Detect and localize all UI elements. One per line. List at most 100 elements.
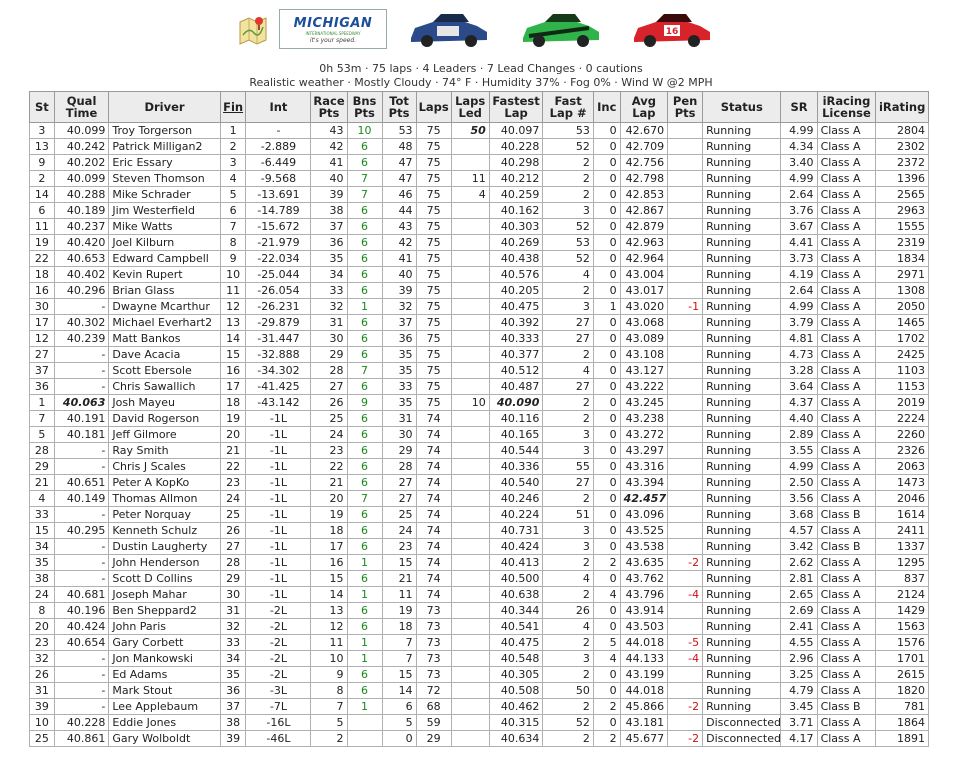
- cell-race-pts: 29: [310, 346, 348, 363]
- table-row: 39- Lee Applebaum 37 -7L 7 1 6 68 40.462 2 2 45.866…: [29, 698, 929, 715]
- cell-laps: 74: [415, 554, 452, 571]
- cell-race-pts: 10: [310, 650, 348, 667]
- cell-laps: 75: [415, 234, 452, 251]
- cell-qual-time: -: [53, 346, 110, 363]
- cell-fin: 39: [219, 730, 247, 747]
- cell-inc: 0: [592, 522, 621, 539]
- cell-laps-led: [450, 298, 490, 315]
- cell-bns-pts: 6: [346, 378, 383, 395]
- track-map-icon[interactable]: [237, 13, 269, 47]
- track-logo[interactable]: MICHIGAN INTERNATIONAL SPEEDWAY it's you…: [279, 9, 387, 49]
- cell-race-pts: 43: [310, 122, 348, 139]
- cell-int: -34.302: [245, 362, 312, 379]
- cell-laps: 75: [415, 346, 452, 363]
- cell-license: Class A: [816, 154, 877, 171]
- cell-avg-lap: 43.108: [619, 346, 669, 363]
- cell-race-pts: 35: [310, 250, 348, 267]
- cell-sr: 3.79: [780, 314, 818, 331]
- cell-race-pts: 9: [310, 666, 348, 683]
- cell-fastest-lap: 40.212: [488, 170, 544, 187]
- cell-tot-pts: 23: [381, 538, 417, 555]
- cell-irating: 1555: [875, 218, 929, 235]
- table-row: 31- Mark Stout 36 -3L 8 6 14 72 40.508 50 0 44.018 R…: [29, 682, 929, 699]
- cell-bns-pts: 10: [346, 122, 383, 139]
- cell-irating: 1473: [875, 474, 929, 491]
- cell-laps-led: [450, 410, 490, 427]
- cell-fast-lap-num: 2: [542, 170, 594, 187]
- table-row: 25 40.861 Gary Wolboldt 39 -46L 2 0 29 40.634 2 2 4…: [29, 730, 929, 747]
- cell-bns-pts: 6: [346, 538, 383, 555]
- cell-laps: 74: [415, 442, 452, 459]
- cell-bns-pts: 6: [346, 282, 383, 299]
- cell-driver: Steven Thomson: [108, 170, 221, 187]
- cell-fastest-lap: 40.333: [488, 330, 544, 347]
- cell-qual-time: -: [53, 378, 110, 395]
- cell-fast-lap-num: 55: [542, 458, 594, 475]
- cell-laps: 74: [415, 458, 452, 475]
- cell-inc: 0: [592, 250, 621, 267]
- cell-avg-lap: 43.089: [619, 330, 669, 347]
- cell-driver: David Rogerson: [108, 410, 221, 427]
- cell-irating: 1614: [875, 506, 929, 523]
- cell-driver: Gary Corbett: [108, 634, 221, 651]
- cell-irating: 1337: [875, 538, 929, 555]
- cell-st: 29: [29, 458, 55, 475]
- cell-qual-time: 40.296: [53, 282, 110, 299]
- cell-license: Class A: [816, 394, 877, 411]
- cell-irating: 1563: [875, 618, 929, 635]
- cell-sr: 3.68: [780, 506, 818, 523]
- cell-irating: 2425: [875, 346, 929, 363]
- cell-driver: Joel Kilburn: [108, 234, 221, 251]
- cell-fin: 37: [219, 698, 247, 715]
- cell-st: 33: [29, 506, 55, 523]
- cell-avg-lap: 42.964: [619, 250, 669, 267]
- cell-status: Running: [702, 170, 782, 187]
- cell-inc: 0: [592, 666, 621, 683]
- table-row: 23 40.654 Gary Corbett 33 -2L 11 1 7 73 40.475 2 5 4…: [29, 634, 929, 651]
- cell-avg-lap: 43.068: [619, 314, 669, 331]
- cell-driver: Ed Adams: [108, 666, 221, 683]
- cell-status: Running: [702, 250, 782, 267]
- cell-irating: 1702: [875, 330, 929, 347]
- cell-bns-pts: 6: [346, 346, 383, 363]
- cell-fastest-lap: 40.224: [488, 506, 544, 523]
- cell-license: Class A: [816, 410, 877, 427]
- table-row: 30- Dwayne Mcarthur 12 -26.231 32 1 32 75 40.475…: [29, 298, 929, 315]
- cell-inc: 0: [592, 458, 621, 475]
- cell-st: 27: [29, 346, 55, 363]
- cell-bns-pts: 6: [346, 410, 383, 427]
- cell-race-pts: 28: [310, 362, 348, 379]
- cell-fin: 22: [219, 458, 247, 475]
- cell-pen-pts: -2: [667, 698, 704, 715]
- cell-inc: 0: [592, 266, 621, 283]
- cell-pen-pts: -5: [667, 634, 704, 651]
- cell-fin: 5: [219, 186, 247, 203]
- cell-irating: 2124: [875, 586, 929, 603]
- cell-status: Running: [702, 522, 782, 539]
- cell-race-pts: 16: [310, 554, 348, 571]
- cell-avg-lap: 43.272: [619, 426, 669, 443]
- cell-race-pts: 17: [310, 538, 348, 555]
- cell-license: Class A: [816, 362, 877, 379]
- cell-license: Class A: [816, 138, 877, 155]
- cell-race-pts: 7: [310, 698, 348, 715]
- cell-fast-lap-num: 50: [542, 682, 594, 699]
- cell-inc: 2: [592, 554, 621, 571]
- cell-inc: 0: [592, 410, 621, 427]
- cell-driver: Edward Campbell: [108, 250, 221, 267]
- cell-driver: Ben Sheppard2: [108, 602, 221, 619]
- race-summary-line: 0h 53m · 75 laps · 4 Leaders · 7 Lead Ch…: [319, 62, 643, 75]
- cell-st: 14: [29, 186, 55, 203]
- cell-laps: 75: [415, 362, 452, 379]
- col-header-fin[interactable]: Fin: [219, 91, 247, 123]
- cell-inc: 0: [592, 570, 621, 587]
- cell-irating: 1465: [875, 314, 929, 331]
- cell-avg-lap: 43.316: [619, 458, 669, 475]
- cell-int: -26.231: [245, 298, 312, 315]
- cell-license: Class A: [816, 266, 877, 283]
- cell-sr: 2.65: [780, 586, 818, 603]
- cell-tot-pts: 37: [381, 314, 417, 331]
- cell-driver: Mark Stout: [108, 682, 221, 699]
- cell-pen-pts: [667, 282, 704, 299]
- cell-int: -2L: [245, 602, 312, 619]
